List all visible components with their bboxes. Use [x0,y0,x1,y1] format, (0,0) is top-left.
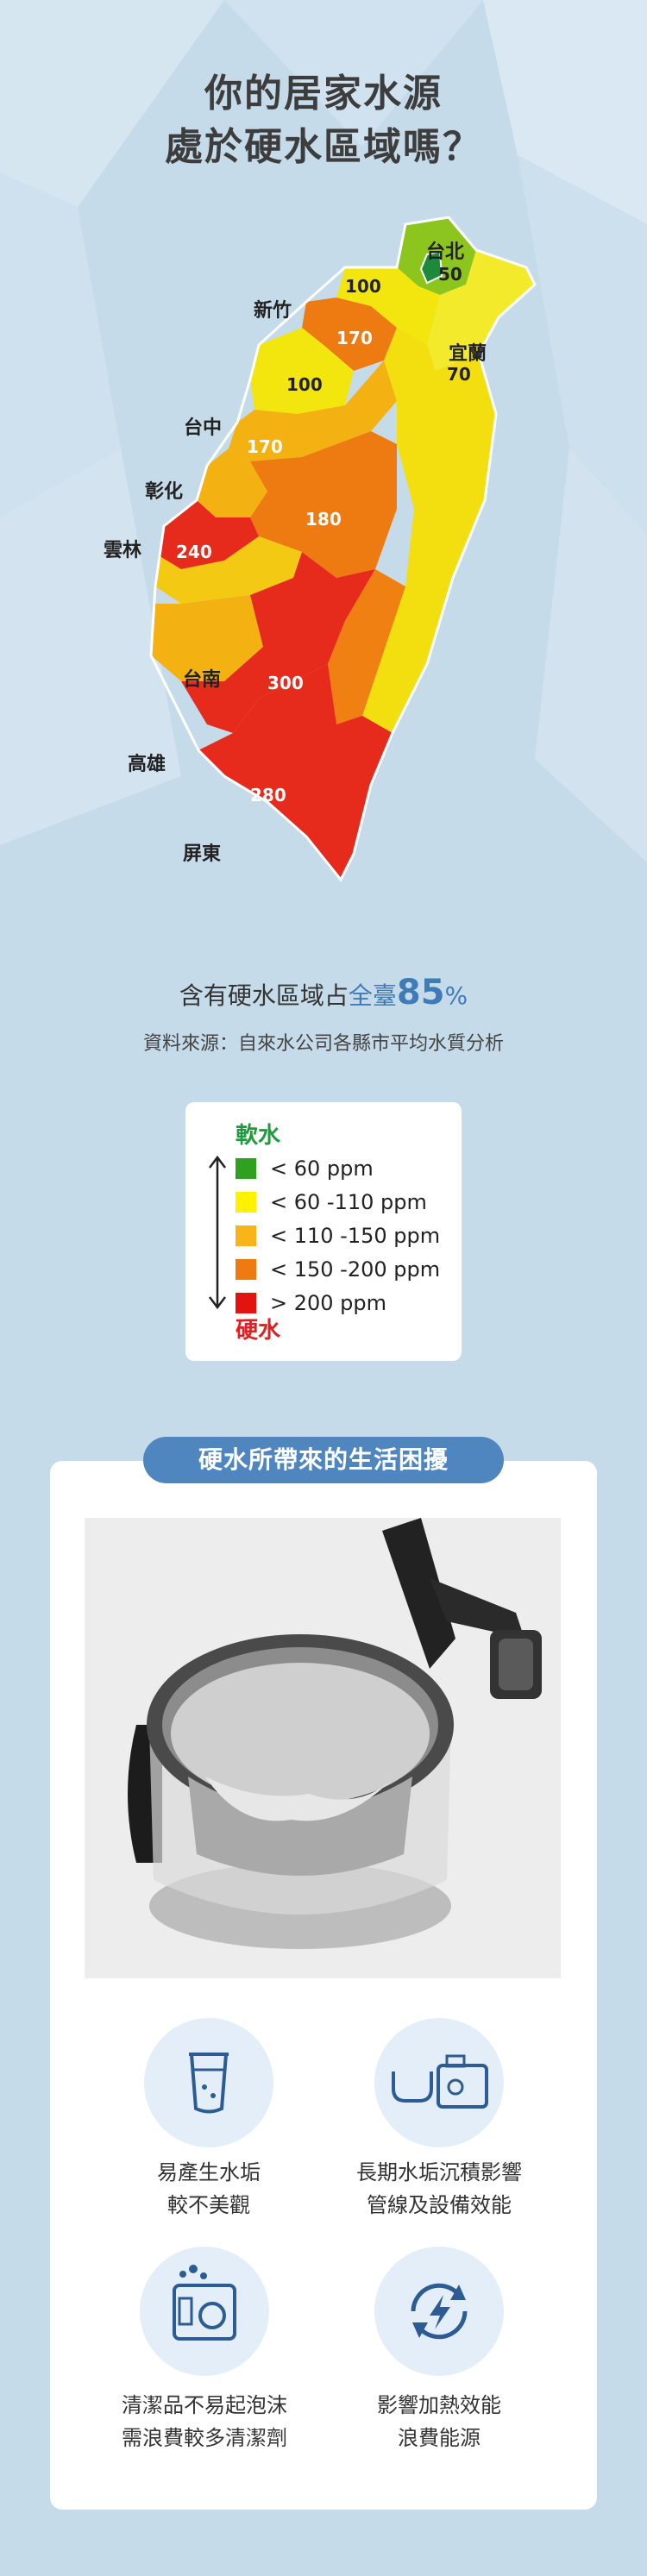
hard-water-stat: 含有硬水區域占全臺85% [0,973,647,1012]
cup-icon [189,2053,229,2114]
value-kaohsiung: 300 [267,673,304,693]
label-taichung: 台中 [184,417,223,439]
washing-machine-icon [173,2265,236,2341]
legend-soft-label: 軟水 [236,1123,281,1149]
label-yunlin: 雲林 [104,540,142,561]
value-taipei: 50 [438,264,462,285]
title-line-2: 處於硬水區域嗎？ [165,125,482,169]
feature-2-line-2: 管線及設備效能 [367,2193,512,2217]
legend-item: < 150 -200 ppm [236,1257,440,1282]
label-pingtung: 屏東 [183,843,222,865]
feature-1-line-2: 較不美觀 [167,2193,250,2217]
taiwan-map-svg [149,216,537,882]
feature-4-line-2: 浪費能源 [398,2426,481,2450]
legend-item: < 60 ppm [236,1156,374,1181]
value-yunlin: 240 [176,542,212,562]
legend-item-label: > 200 ppm [270,1291,387,1315]
label-kaohsiung: 高雄 [128,754,166,775]
hardness-legend: 軟水 < 60 ppm < 60 -110 ppm < 110 -150 ppm… [185,1102,462,1361]
value-nantou: 180 [305,509,342,530]
double-arrow-icon [209,1155,226,1310]
feature-4-text: 影響加熱效能 浪費能源 [310,2389,568,2454]
feature-4-circle [374,2247,504,2376]
value-pingtung: 280 [250,785,286,805]
energy-cycle-icon [411,2283,468,2340]
label-yilan: 宜蘭 [449,343,487,365]
value-hsinchu: 170 [336,328,373,348]
label-hsinchu: 新竹 [254,300,292,322]
glass-kettle-photo [85,1518,561,1978]
legend-swatch [236,1192,256,1213]
feature-3-circle [140,2247,269,2376]
legend-swatch [236,1293,256,1313]
label-taipei: 台北 [426,241,465,263]
page-title: 你的居家水源 處於硬水區域嗎？ [0,67,647,174]
label-tainan: 台南 [183,669,222,691]
feature-3-text: 清潔品不易起泡沫 需浪費較多清潔劑 [75,2389,334,2454]
feature-3-line-1: 清潔品不易起泡沫 [122,2393,287,2417]
taiwan-hardness-map: 台北 50 100 新竹 170 宜蘭 70 100 台中 170 彰化 180… [86,216,569,940]
feature-1-text: 易產生水垢 較不美觀 [79,2156,338,2222]
data-source: 資料來源：自來水公司各縣市平均水質分析 [142,1033,504,1055]
legend-item: < 60 -110 ppm [236,1189,427,1215]
pipes-icon [392,2054,488,2109]
kettle-illustration [85,1518,561,1978]
legend-item-label: < 60 -110 ppm [270,1190,427,1214]
section-title: 硬水所帶來的生活困擾 [143,1437,504,1483]
page: 你的居家水源 處於硬水區域嗎？ 台北 50 100 新竹 170 宜蘭 70 1… [0,0,647,2576]
feature-3-line-2: 需浪費較多清潔劑 [122,2426,287,2450]
feature-2-line-1: 長期水垢沉積影響 [356,2160,522,2184]
value-taichung: 170 [247,436,283,457]
feature-2-circle [374,2018,504,2147]
legend-item: < 110 -150 ppm [236,1223,440,1249]
legend-item-label: < 110 -150 ppm [270,1224,441,1248]
stat-percent: 85 [396,973,445,1012]
label-changhua: 彰化 [145,481,184,503]
stat-prefix: 含有硬水區域占 [179,981,349,1010]
title-line-1: 你的居家水源 [204,72,443,116]
feature-2-text: 長期水垢沉積影響 管線及設備效能 [310,2156,568,2222]
legend-swatch [236,1225,256,1246]
stat-accent: 全臺 [348,981,397,1010]
value-miaoli: 100 [286,374,323,395]
value-keelung: 100 [345,276,381,297]
stat-suffix: % [444,981,468,1010]
legend-swatch [236,1259,256,1280]
legend-item-label: < 60 ppm [270,1156,374,1181]
feature-1-line-1: 易產生水垢 [157,2160,261,2184]
legend-swatch [236,1158,256,1179]
feature-1-circle [144,2018,273,2147]
legend-hard-label: 硬水 [236,1318,281,1344]
value-yilan: 70 [447,364,471,385]
legend-item-label: < 150 -200 ppm [270,1257,441,1282]
feature-4-line-1: 影響加熱效能 [377,2393,501,2417]
